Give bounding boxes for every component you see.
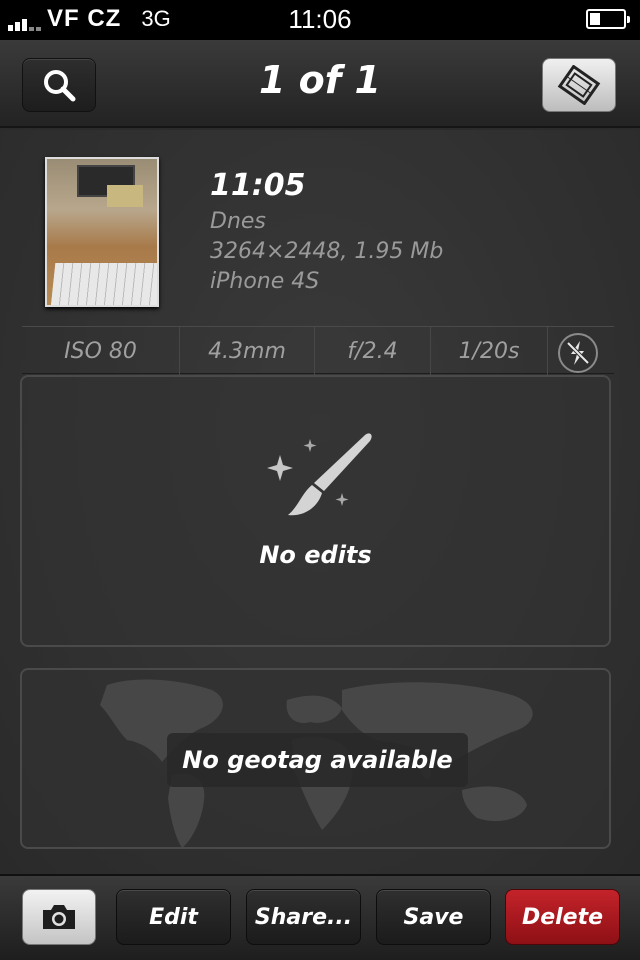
no-geotag-label: No geotag available xyxy=(167,733,468,787)
exif-bar: ISO 80 4.3mm f/2.4 1/20s xyxy=(22,326,614,375)
camera-icon xyxy=(43,905,75,929)
photo-time: 11:05 xyxy=(210,168,306,203)
no-edits-label: No edits xyxy=(259,541,372,569)
flash-off-icon xyxy=(558,333,598,373)
photo-info-view: 11:05 Dnes 3264×2448, 1.95 Mb iPhone 4S … xyxy=(0,130,640,874)
film-button[interactable] xyxy=(542,58,616,112)
photo-camera: iPhone 4S xyxy=(210,269,320,294)
delete-button[interactable]: Delete xyxy=(505,889,620,945)
edit-button[interactable]: Edit xyxy=(116,889,231,945)
edits-panel: No edits xyxy=(20,375,611,647)
film-strip-icon xyxy=(557,65,601,105)
paintbrush-sparkle-icon xyxy=(267,433,372,516)
camera-button[interactable] xyxy=(22,889,96,945)
save-button[interactable]: Save xyxy=(376,889,491,945)
status-bar: VF CZ 3G 11:06 xyxy=(0,0,640,40)
status-time: 11:06 xyxy=(288,4,352,34)
battery-icon xyxy=(586,9,630,29)
photo-metadata: 11:05 Dnes 3264×2448, 1.95 Mb iPhone 4S xyxy=(210,168,443,297)
exif-iso: ISO 80 xyxy=(22,327,180,375)
photo-date: Dnes xyxy=(210,209,266,234)
exif-aperture: f/2.4 xyxy=(315,327,431,375)
geotag-panel: No geotag available xyxy=(20,668,611,849)
bottom-toolbar: Edit Share... Save Delete xyxy=(0,874,640,960)
photo-details: 3264×2448, 1.95 Mb xyxy=(210,239,444,264)
exif-focal-length: 4.3mm xyxy=(180,327,315,375)
nav-bar: 1 of 1 xyxy=(0,40,640,128)
photo-thumbnail[interactable] xyxy=(45,157,159,307)
exif-shutter: 1/20s xyxy=(431,327,548,375)
share-button[interactable]: Share... xyxy=(246,889,361,945)
